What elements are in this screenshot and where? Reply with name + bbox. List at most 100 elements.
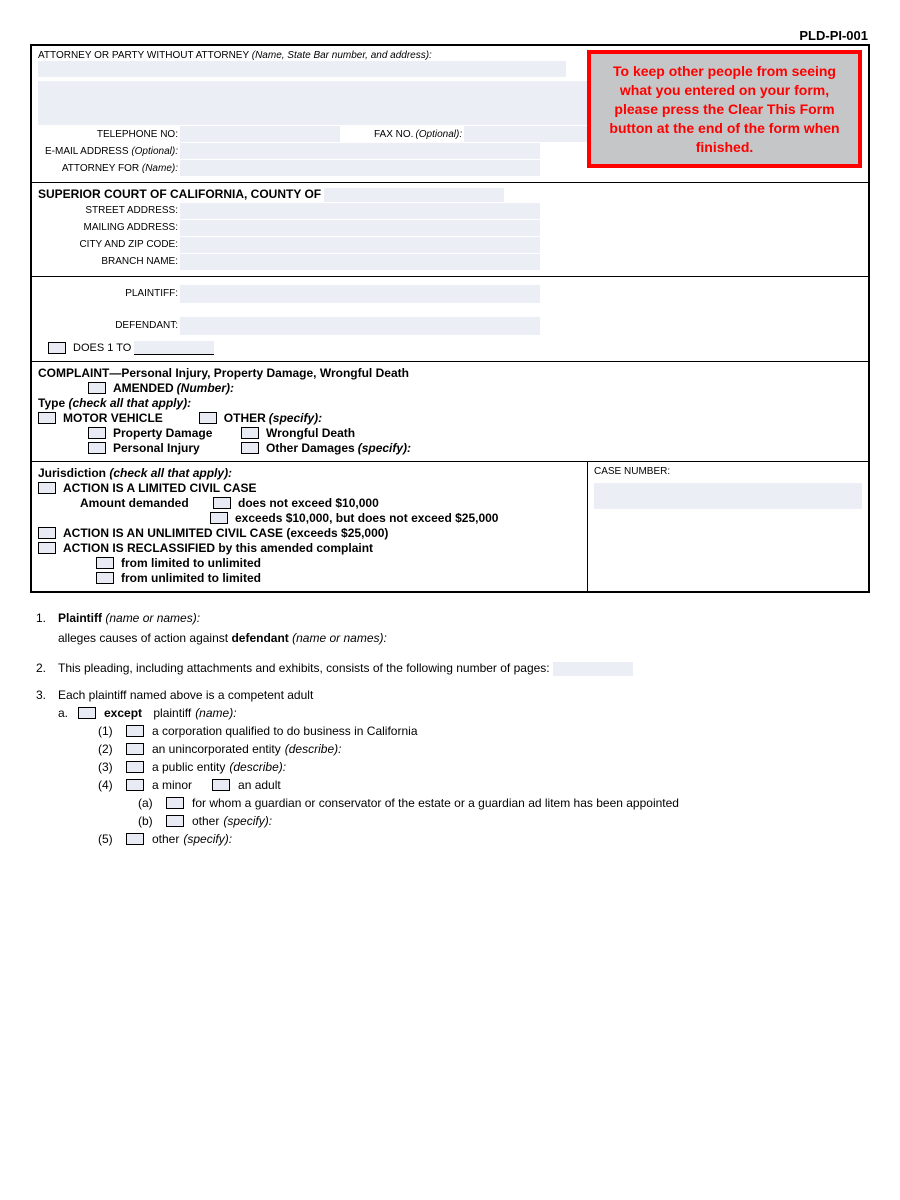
item-2-number: 2. bbox=[36, 661, 58, 676]
limited-to-unlimited-label: from limited to unlimited bbox=[121, 556, 261, 570]
jurisdiction-hint: (check all that apply): bbox=[109, 466, 232, 480]
attorney-header-hint: (Name, State Bar number, and address): bbox=[252, 50, 432, 61]
attorney-for-field[interactable] bbox=[180, 160, 540, 176]
item-3a5-text: other bbox=[152, 832, 179, 846]
telephone-label: TELEPHONE NO: bbox=[38, 129, 178, 140]
item-3a2-checkbox[interactable] bbox=[126, 743, 144, 755]
amount-label: Amount demanded bbox=[80, 496, 210, 510]
limited-to-unlimited-checkbox[interactable] bbox=[96, 557, 114, 569]
privacy-warning-box: To keep other people from seeing what yo… bbox=[587, 50, 862, 168]
fax-optional: (Optional): bbox=[415, 129, 462, 140]
item-3a4a-checkbox[interactable] bbox=[166, 797, 184, 809]
unlimited-to-limited-checkbox[interactable] bbox=[96, 572, 114, 584]
item-1-defendant: defendant bbox=[231, 631, 288, 645]
other-damages-checkbox[interactable] bbox=[241, 442, 259, 454]
reclassified-checkbox[interactable] bbox=[38, 542, 56, 554]
parties-section: PLAINTIFF: DEFENDANT: DOES 1 TO bbox=[32, 277, 868, 362]
court-section: SUPERIOR COURT OF CALIFORNIA, COUNTY OF … bbox=[32, 183, 868, 277]
item-1-defendant-hint: (name or names): bbox=[292, 631, 387, 645]
cityzip-field[interactable] bbox=[180, 237, 540, 253]
item-3a4b-text: other bbox=[192, 814, 219, 828]
unlimited-label: ACTION IS AN UNLIMITED CIVIL CASE (excee… bbox=[63, 526, 388, 540]
item-1-alleges: alleges causes of action against bbox=[58, 631, 228, 645]
item-3a1-text: a corporation qualified to do business i… bbox=[152, 724, 418, 738]
motor-vehicle-label: MOTOR VEHICLE bbox=[63, 411, 163, 425]
amended-label: AMENDED bbox=[113, 381, 174, 395]
defendant-field[interactable] bbox=[180, 317, 540, 335]
numbered-items: 1. Plaintiff (name or names): alleges ca… bbox=[30, 611, 870, 850]
branch-field[interactable] bbox=[180, 254, 540, 270]
item-3-number: 3. bbox=[36, 688, 58, 850]
not-exceed-10k-label: does not exceed $10,000 bbox=[238, 496, 379, 510]
unlimited-checkbox[interactable] bbox=[38, 527, 56, 539]
court-title: SUPERIOR COURT OF CALIFORNIA, COUNTY OF bbox=[38, 187, 321, 201]
complaint-title: COMPLAINT—Personal Injury, Property Dama… bbox=[38, 366, 862, 380]
telephone-field[interactable] bbox=[180, 126, 340, 142]
other-hint: (specify): bbox=[269, 411, 322, 425]
case-number-field[interactable] bbox=[594, 483, 862, 509]
personal-injury-checkbox[interactable] bbox=[88, 442, 106, 454]
does-count-field[interactable] bbox=[134, 341, 214, 355]
reclassified-label: ACTION IS RECLASSIFIED by this amended c… bbox=[63, 541, 373, 555]
email-field[interactable] bbox=[180, 143, 540, 159]
item-3a-except: except bbox=[104, 706, 142, 720]
item-3a3-hint: (describe): bbox=[229, 760, 286, 774]
item-3-text: Each plaintiff named above is a competen… bbox=[58, 688, 864, 702]
item-3a4b-hint: (specify): bbox=[223, 814, 272, 828]
item-3a4-adult-checkbox[interactable] bbox=[212, 779, 230, 791]
attorney-for-label: ATTORNEY FOR bbox=[62, 163, 139, 174]
branch-label: BRANCH NAME: bbox=[38, 256, 178, 267]
other-damages-hint: (specify): bbox=[358, 441, 411, 455]
attorney-header: ATTORNEY OR PARTY WITHOUT ATTORNEY bbox=[38, 50, 249, 61]
item-2-text: This pleading, including attachments and… bbox=[58, 661, 550, 675]
mailing-label: MAILING ADDRESS: bbox=[38, 222, 178, 233]
attorney-name-prefix-field[interactable] bbox=[38, 61, 82, 77]
motor-vehicle-checkbox[interactable] bbox=[38, 412, 56, 424]
fax-label: FAX NO. bbox=[374, 129, 413, 140]
exceeds-10k-checkbox[interactable] bbox=[210, 512, 228, 524]
attorney-name-field[interactable] bbox=[82, 61, 566, 77]
county-field[interactable] bbox=[324, 188, 504, 202]
mailing-field[interactable] bbox=[180, 220, 540, 236]
not-exceed-10k-checkbox[interactable] bbox=[213, 497, 231, 509]
other-checkbox[interactable] bbox=[199, 412, 217, 424]
form-outer-box: To keep other people from seeing what yo… bbox=[30, 44, 870, 593]
wrongful-death-checkbox[interactable] bbox=[241, 427, 259, 439]
form-id-label: PLD-PI-001 bbox=[30, 28, 870, 43]
case-number-label: CASE NUMBER: bbox=[594, 466, 862, 477]
item-1-plaintiff: Plaintiff bbox=[58, 611, 102, 625]
type-hint: (check all that apply): bbox=[68, 396, 191, 410]
complaint-section: COMPLAINT—Personal Injury, Property Dama… bbox=[32, 362, 868, 462]
item-3a4b-checkbox[interactable] bbox=[166, 815, 184, 827]
item-3a4-adult-text: an adult bbox=[238, 778, 281, 792]
jurisdiction-title: Jurisdiction bbox=[38, 466, 106, 480]
item-3a-plaintiff: plaintiff bbox=[153, 706, 191, 720]
street-field[interactable] bbox=[180, 203, 540, 219]
item-3a3-checkbox[interactable] bbox=[126, 761, 144, 773]
unlimited-to-limited-label: from unlimited to limited bbox=[121, 571, 261, 585]
item-3a4-minor-text: a minor bbox=[152, 778, 192, 792]
cityzip-label: CITY AND ZIP CODE: bbox=[38, 239, 178, 250]
limited-checkbox[interactable] bbox=[38, 482, 56, 494]
amended-checkbox[interactable] bbox=[88, 382, 106, 394]
item-3a4a-text: for whom a guardian or conservator of th… bbox=[192, 796, 679, 810]
type-label: Type bbox=[38, 396, 65, 410]
other-label: OTHER bbox=[224, 411, 266, 425]
wrongful-death-label: Wrongful Death bbox=[266, 426, 355, 440]
jurisdiction-section: Jurisdiction (check all that apply): ACT… bbox=[32, 462, 868, 591]
item-2-pages-field[interactable] bbox=[553, 662, 633, 676]
email-label: E-MAIL ADDRESS bbox=[45, 146, 129, 157]
property-damage-checkbox[interactable] bbox=[88, 427, 106, 439]
personal-injury-label: Personal Injury bbox=[113, 441, 238, 455]
street-label: STREET ADDRESS: bbox=[38, 205, 178, 216]
item-3a-checkbox[interactable] bbox=[78, 707, 96, 719]
item-3a3-text: a public entity bbox=[152, 760, 225, 774]
item-3a1-checkbox[interactable] bbox=[126, 725, 144, 737]
exceeds-10k-label: exceeds $10,000, but does not exceed $25… bbox=[235, 511, 498, 525]
item-3a-name-hint: (name): bbox=[195, 706, 236, 720]
does-label: DOES 1 TO bbox=[73, 342, 131, 354]
plaintiff-field[interactable] bbox=[180, 285, 540, 303]
does-checkbox[interactable] bbox=[48, 342, 66, 354]
item-3a5-checkbox[interactable] bbox=[126, 833, 144, 845]
item-3a4-minor-checkbox[interactable] bbox=[126, 779, 144, 791]
